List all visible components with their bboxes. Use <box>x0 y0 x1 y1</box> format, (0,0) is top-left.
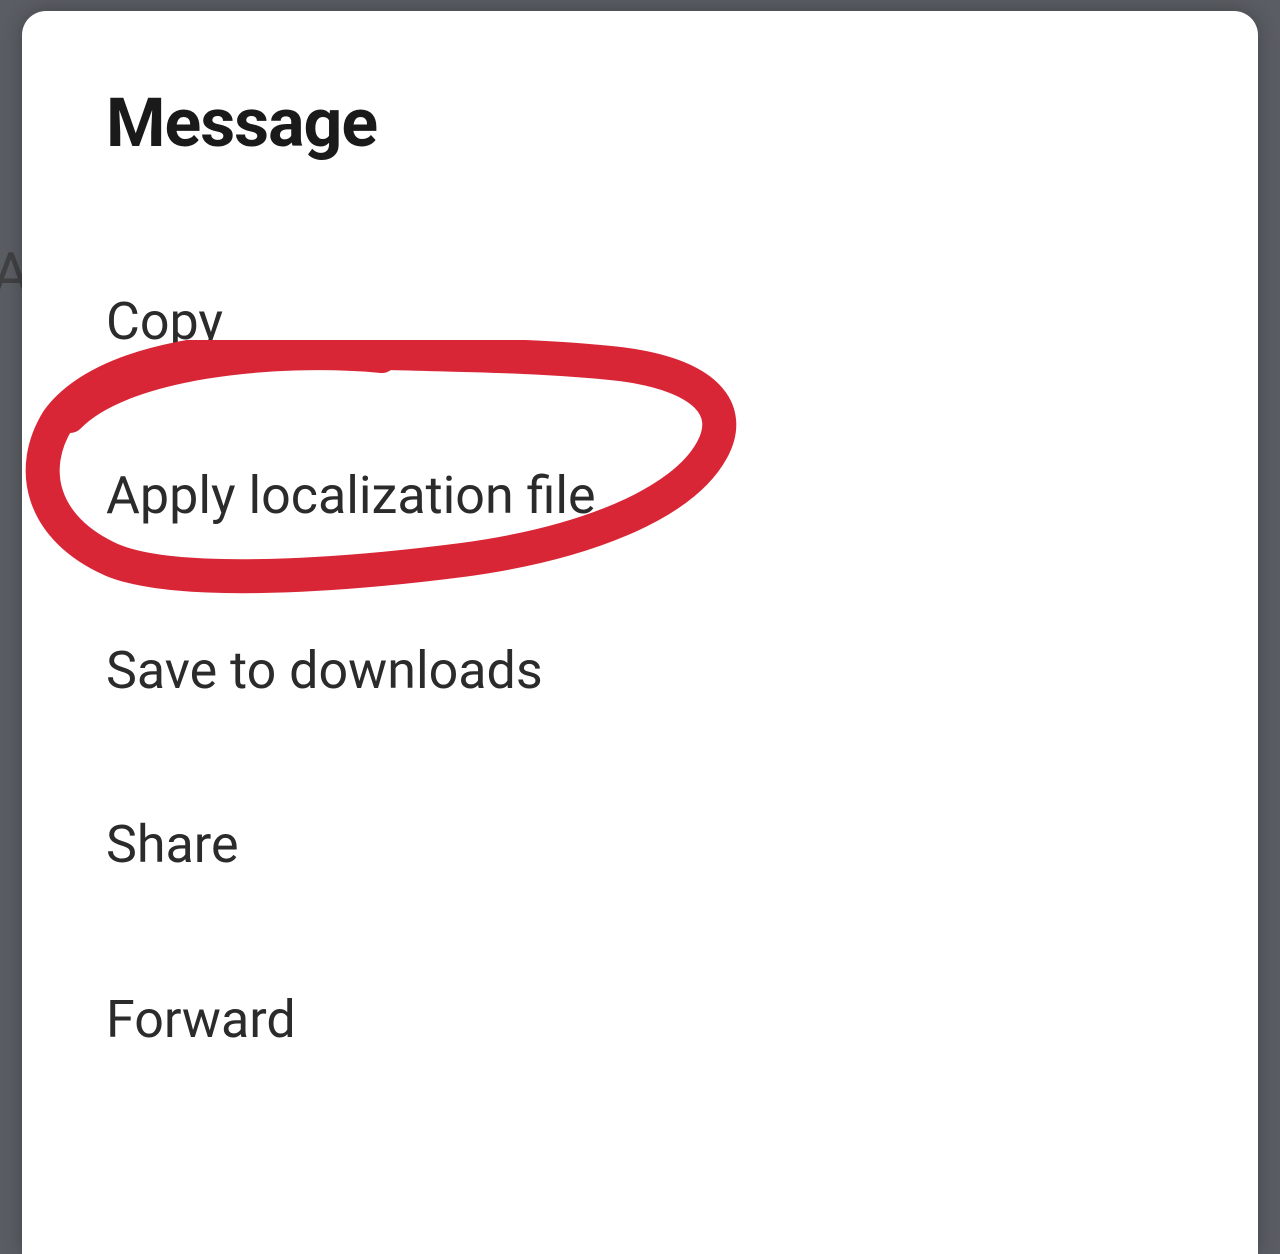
dialog-title: Message <box>106 83 1174 163</box>
menu-item-copy[interactable]: Copy <box>106 291 1174 353</box>
message-context-menu: Message Copy Apply localization file Sav… <box>22 11 1258 1254</box>
menu-item-forward[interactable]: Forward <box>106 989 1174 1051</box>
menu-item-share[interactable]: Share <box>106 814 1174 876</box>
menu-item-apply-localization-file[interactable]: Apply localization file <box>106 465 1174 527</box>
menu-item-save-to-downloads[interactable]: Save to downloads <box>106 640 1174 702</box>
